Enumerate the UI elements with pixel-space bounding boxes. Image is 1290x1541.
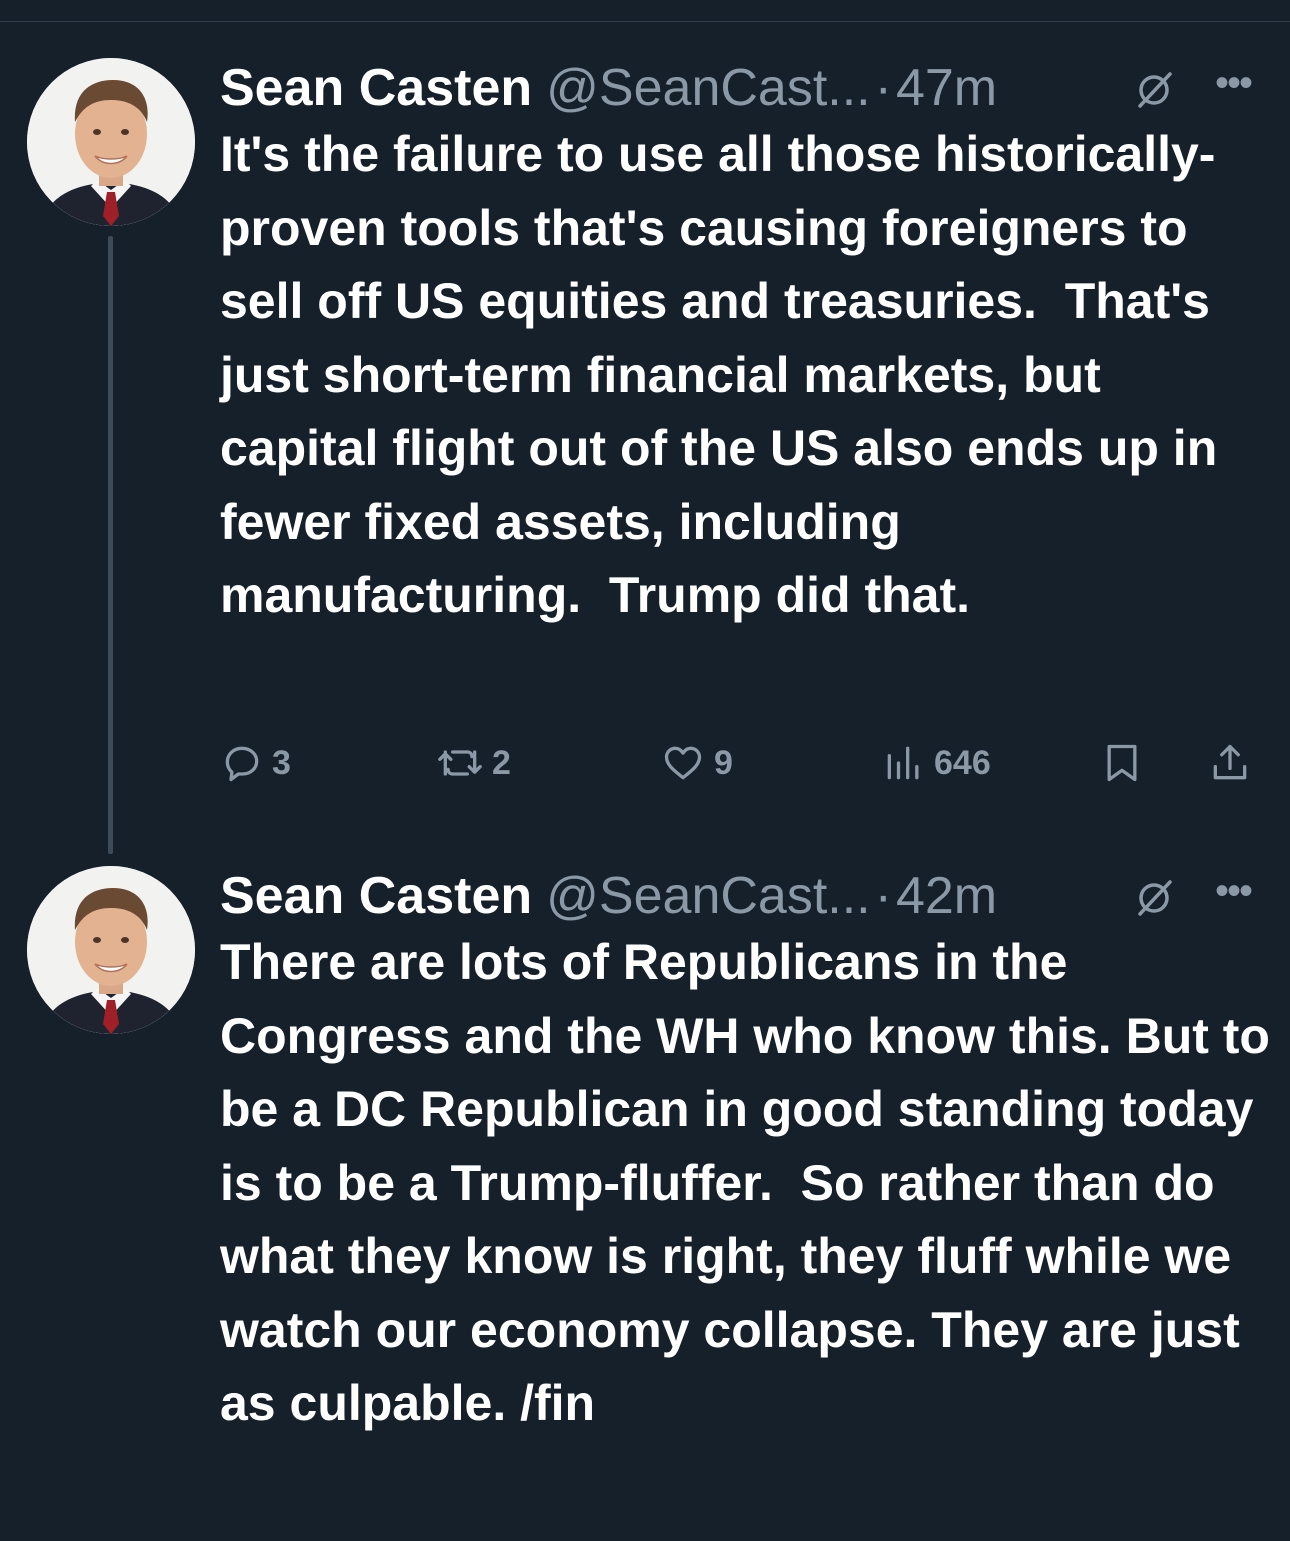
share-button[interactable] bbox=[1208, 738, 1252, 788]
avatar-photo bbox=[27, 866, 195, 1034]
top-divider bbox=[0, 21, 1290, 22]
grok-icon[interactable] bbox=[1132, 876, 1176, 920]
avatar-photo bbox=[27, 58, 195, 226]
reply-button[interactable]: 3 bbox=[220, 738, 291, 788]
like-button[interactable]: 9 bbox=[660, 738, 733, 788]
tweet-actions: 3 2 9 646 bbox=[220, 738, 1270, 788]
views-icon bbox=[887, 746, 919, 780]
share-icon bbox=[1213, 744, 1247, 780]
avatar[interactable] bbox=[27, 58, 195, 226]
separator-dot: · bbox=[874, 59, 892, 117]
like-count: 9 bbox=[714, 743, 733, 782]
tweet-header: Sean Casten @SeanCast... · 42m ••• bbox=[220, 866, 1270, 926]
more-icon[interactable]: ••• bbox=[1210, 866, 1256, 926]
author-name[interactable]: Sean Casten bbox=[220, 866, 532, 926]
avatar[interactable] bbox=[27, 866, 195, 1034]
timestamp[interactable]: 42m bbox=[896, 866, 997, 926]
tweet-content: Sean Casten @SeanCast... · 42m ••• There… bbox=[220, 866, 1270, 1441]
retweet-button[interactable]: 2 bbox=[436, 738, 511, 788]
tweet-header: Sean Casten @SeanCast... · 47m ••• bbox=[220, 58, 1270, 118]
tweet-text: It's the failure to use all those histor… bbox=[220, 126, 1232, 623]
tweet-text: There are lots of Republicans in the Con… bbox=[220, 934, 1284, 1431]
reply-icon bbox=[225, 746, 259, 782]
thread-connector-line bbox=[108, 236, 113, 854]
more-icon[interactable]: ••• bbox=[1210, 58, 1256, 118]
retweet-icon bbox=[438, 750, 482, 776]
tweet-content: Sean Casten @SeanCast... · 47m ••• It's … bbox=[220, 58, 1270, 782]
author-name[interactable]: Sean Casten bbox=[220, 58, 532, 118]
bookmark-icon bbox=[1107, 744, 1137, 782]
author-handle[interactable]: @SeanCast... bbox=[546, 58, 871, 118]
retweet-count: 2 bbox=[492, 743, 511, 782]
views-count: 646 bbox=[934, 743, 991, 782]
timestamp[interactable]: 47m bbox=[896, 58, 997, 118]
heart-icon bbox=[664, 746, 702, 780]
bookmark-button[interactable] bbox=[1100, 738, 1144, 788]
grok-icon[interactable] bbox=[1132, 68, 1176, 112]
reply-count: 3 bbox=[272, 743, 291, 782]
author-handle[interactable]: @SeanCast... bbox=[546, 866, 871, 926]
separator-dot: · bbox=[874, 867, 892, 925]
views-button[interactable]: 646 bbox=[882, 738, 991, 788]
